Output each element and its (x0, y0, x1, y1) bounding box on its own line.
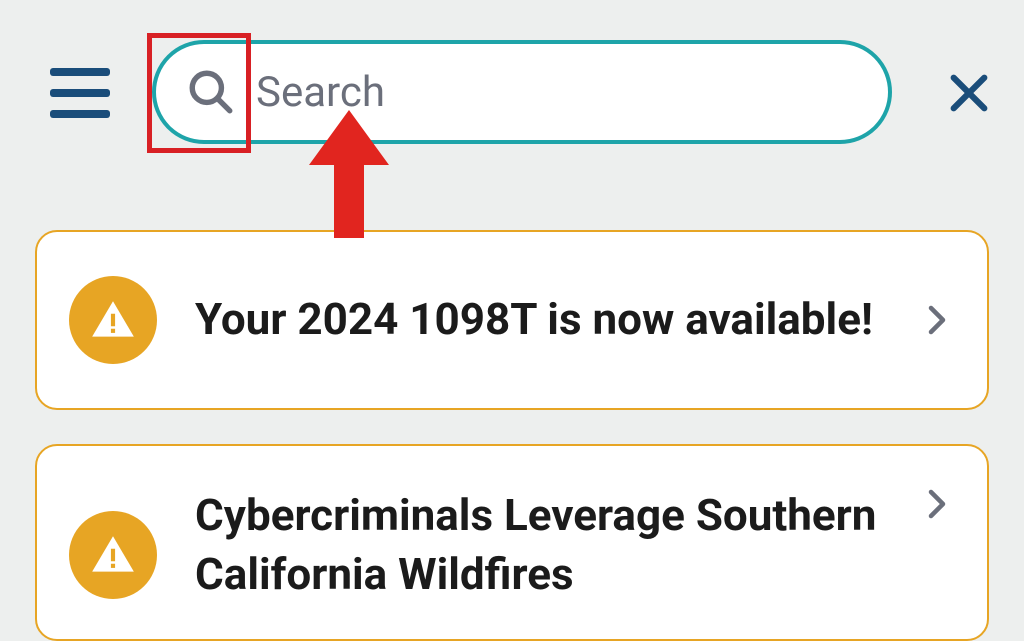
warning-badge (69, 276, 157, 364)
search-icon (186, 67, 236, 117)
hamburger-bar (50, 89, 110, 97)
warning-badge (69, 511, 157, 599)
menu-hamburger[interactable] (50, 68, 110, 118)
alerts-list: Your 2024 1098T is now available! Cyberc… (0, 230, 1024, 641)
chevron-right-icon (919, 486, 955, 522)
chevron-right-icon (919, 302, 955, 338)
hamburger-bar (50, 68, 110, 76)
alert-title: Your 2024 1098T is now available! (195, 290, 899, 349)
hamburger-bar (50, 110, 110, 118)
alert-card[interactable]: Cybercriminals Leverage Southern Califor… (35, 444, 989, 641)
close-button[interactable] (944, 68, 994, 118)
alert-card[interactable]: Your 2024 1098T is now available! (35, 230, 989, 410)
search-input[interactable] (256, 62, 888, 122)
warning-triangle-icon (88, 530, 138, 580)
search-bar[interactable] (152, 40, 892, 144)
alert-title: Cybercriminals Leverage Southern Califor… (195, 486, 899, 605)
warning-triangle-icon (88, 295, 138, 345)
